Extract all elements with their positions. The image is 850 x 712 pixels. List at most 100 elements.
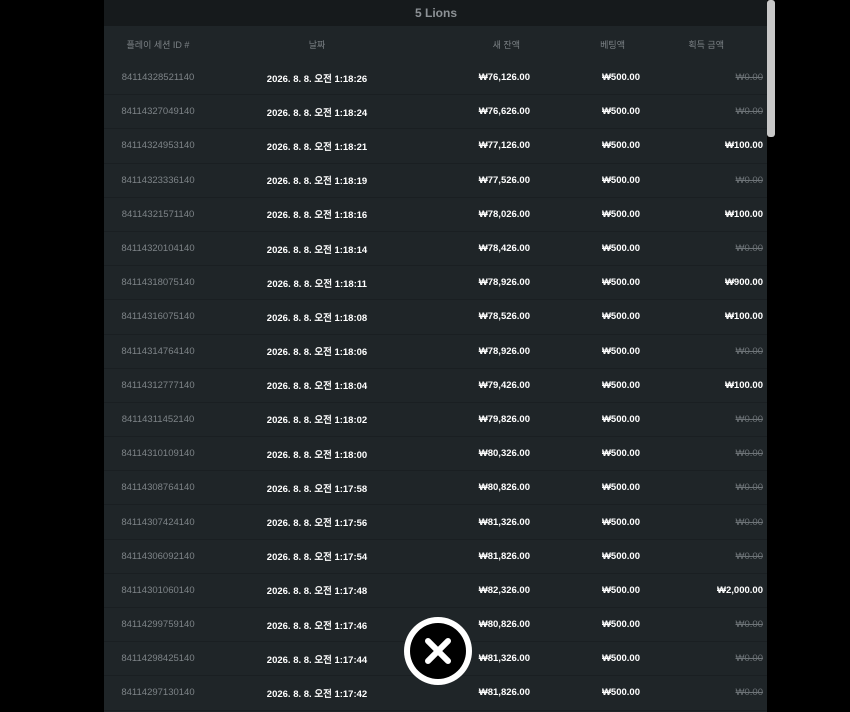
date-cell: 2026. 8. 8. 오전 1:18:19 <box>266 176 368 188</box>
balance-cell: ₩76,626.00 <box>478 106 530 118</box>
table-row[interactable]: 84114306092140 2026. 8. 8. 오전 1:17:54 ₩81,… <box>104 540 768 574</box>
table-row[interactable]: 84114323336140 2026. 8. 8. 오전 1:18:19 ₩77,… <box>104 164 768 198</box>
table-row[interactable]: 84114327049140 2026. 8. 8. 오전 1:18:24 ₩76,… <box>104 95 768 130</box>
bet-cell: ₩500.00 <box>601 379 640 391</box>
date-cell: 2026. 8. 8. 오전 1:18:26 <box>266 73 368 85</box>
game-title-bar: 5 Lions <box>104 0 768 26</box>
balance-cell: ₩77,126.00 <box>478 140 530 152</box>
win-cell: ₩0.00 <box>735 516 763 528</box>
win-cell: ₩100.00 <box>724 379 763 391</box>
balance-cell: ₩79,826.00 <box>478 413 530 425</box>
win-cell: ₩0.00 <box>735 72 763 84</box>
column-header-bet[interactable]: 베팅액 <box>532 38 640 51</box>
bet-cell: ₩500.00 <box>601 311 640 323</box>
win-cell: ₩0.00 <box>735 687 763 699</box>
session-id-cell: 84114321571140 <box>121 208 195 220</box>
table-row[interactable]: 84114320104140 2026. 8. 8. 오전 1:18:14 ₩78,… <box>104 232 768 267</box>
balance-cell: ₩78,926.00 <box>478 277 530 289</box>
bet-cell: ₩500.00 <box>601 653 640 665</box>
balance-cell: ₩76,126.00 <box>478 72 530 84</box>
bet-cell: ₩500.00 <box>601 448 640 460</box>
bet-cell: ₩500.00 <box>601 277 640 289</box>
bet-cell: ₩500.00 <box>601 174 640 186</box>
session-id-cell: 84114297130140 <box>121 687 195 699</box>
balance-cell: ₩77,526.00 <box>478 174 530 186</box>
session-id-cell: 84114316075140 <box>121 311 195 323</box>
session-id-cell: 84114310109140 <box>121 448 195 460</box>
balance-cell: ₩78,526.00 <box>478 311 530 323</box>
session-id-cell: 84114312777140 <box>121 379 195 391</box>
balance-cell: ₩78,426.00 <box>478 243 530 255</box>
table-row[interactable]: 84114311452140 2026. 8. 8. 오전 1:18:02 ₩79,… <box>104 403 768 438</box>
bet-cell: ₩500.00 <box>601 516 640 528</box>
table-row[interactable]: 84114307424140 2026. 8. 8. 오전 1:17:56 ₩81,… <box>104 505 768 540</box>
balance-cell: ₩78,026.00 <box>478 208 530 220</box>
win-cell: ₩0.00 <box>735 106 763 118</box>
column-header-date[interactable]: 날짜 <box>212 38 422 51</box>
win-cell: ₩0.00 <box>735 448 763 460</box>
bet-cell: ₩500.00 <box>601 345 640 357</box>
date-cell: 2026. 8. 8. 오전 1:17:58 <box>266 483 368 495</box>
win-cell: ₩100.00 <box>724 311 763 323</box>
table-body: 84114328521140 2026. 8. 8. 오전 1:18:26 ₩76,… <box>104 61 768 711</box>
scrollbar-thumb[interactable] <box>767 0 775 137</box>
session-id-cell: 84114323336140 <box>121 174 195 186</box>
column-header-session-id[interactable]: 플레이 세션 ID # <box>104 38 212 51</box>
table-row[interactable]: 84114308764140 2026. 8. 8. 오전 1:17:58 ₩80,… <box>104 471 768 506</box>
session-id-cell: 84114324953140 <box>121 140 195 152</box>
bet-cell: ₩500.00 <box>601 550 640 562</box>
table-row[interactable]: 84114328521140 2026. 8. 8. 오전 1:18:26 ₩76,… <box>104 61 768 96</box>
balance-cell: ₩80,326.00 <box>478 448 530 460</box>
session-id-cell: 84114298425140 <box>121 653 195 665</box>
date-cell: 2026. 8. 8. 오전 1:18:16 <box>266 210 368 222</box>
win-cell: ₩0.00 <box>735 653 763 665</box>
win-cell: ₩0.00 <box>735 413 763 425</box>
win-cell: ₩2,000.00 <box>717 584 763 596</box>
table-row[interactable]: 84114324953140 2026. 8. 8. 오전 1:18:21 ₩77,… <box>104 129 768 164</box>
win-cell: ₩100.00 <box>724 208 763 220</box>
close-button-inner <box>410 623 466 679</box>
win-cell: ₩0.00 <box>735 482 763 494</box>
date-cell: 2026. 8. 8. 오전 1:18:21 <box>266 141 368 153</box>
date-cell: 2026. 8. 8. 오전 1:17:46 <box>266 620 368 632</box>
close-button[interactable] <box>404 617 472 685</box>
date-cell: 2026. 8. 8. 오전 1:18:24 <box>266 107 368 119</box>
session-id-cell: 84114301060140 <box>121 584 195 596</box>
date-cell: 2026. 8. 8. 오전 1:17:48 <box>266 586 368 598</box>
session-id-cell: 84114306092140 <box>121 550 195 562</box>
table-row[interactable]: 84114312777140 2026. 8. 8. 오전 1:18:04 ₩79,… <box>104 369 768 403</box>
balance-cell: ₩81,826.00 <box>478 550 530 562</box>
win-cell: ₩100.00 <box>724 140 763 152</box>
session-id-cell: 84114308764140 <box>121 482 195 494</box>
session-id-cell: 84114314764140 <box>121 345 195 357</box>
date-cell: 2026. 8. 8. 오전 1:18:14 <box>266 244 368 256</box>
session-id-cell: 84114311452140 <box>121 413 195 425</box>
table-row[interactable]: 84114310109140 2026. 8. 8. 오전 1:18:00 ₩80,… <box>104 437 768 472</box>
column-header-balance[interactable]: 새 잔액 <box>422 38 532 51</box>
table-row[interactable]: 84114321571140 2026. 8. 8. 오전 1:18:16 ₩78,… <box>104 198 768 232</box>
session-id-cell: 84114328521140 <box>121 72 195 84</box>
bet-cell: ₩500.00 <box>601 243 640 255</box>
date-cell: 2026. 8. 8. 오전 1:17:56 <box>266 518 368 530</box>
table-row[interactable]: 84114314764140 2026. 8. 8. 오전 1:18:06 ₩78,… <box>104 335 768 369</box>
column-header-win[interactable]: 획득 금액 <box>640 38 768 51</box>
balance-cell: ₩82,326.00 <box>478 584 530 596</box>
bet-cell: ₩500.00 <box>601 619 640 631</box>
win-cell: ₩0.00 <box>735 550 763 562</box>
table-row[interactable]: 84114318075140 2026. 8. 8. 오전 1:18:11 ₩78,… <box>104 266 768 301</box>
date-cell: 2026. 8. 8. 오전 1:18:04 <box>266 381 368 393</box>
table-row[interactable]: 84114301060140 2026. 8. 8. 오전 1:17:48 ₩82,… <box>104 574 768 608</box>
date-cell: 2026. 8. 8. 오전 1:18:02 <box>266 415 368 427</box>
win-cell: ₩0.00 <box>735 619 763 631</box>
history-table: 플레이 세션 ID # 날짜 새 잔액 베팅액 획득 금액 8411432852… <box>104 26 768 711</box>
session-id-cell: 84114327049140 <box>121 106 195 118</box>
balance-cell: ₩79,426.00 <box>478 379 530 391</box>
win-cell: ₩900.00 <box>724 277 763 289</box>
bet-cell: ₩500.00 <box>601 482 640 494</box>
close-icon <box>425 638 451 664</box>
bet-cell: ₩500.00 <box>601 584 640 596</box>
history-panel: 5 Lions 플레이 세션 ID # 날짜 새 잔액 베팅액 획득 금액 84… <box>104 0 768 712</box>
balance-cell: ₩80,826.00 <box>478 482 530 494</box>
date-cell: 2026. 8. 8. 오전 1:17:42 <box>266 688 368 700</box>
table-row[interactable]: 84114316075140 2026. 8. 8. 오전 1:18:08 ₩78,… <box>104 300 768 335</box>
